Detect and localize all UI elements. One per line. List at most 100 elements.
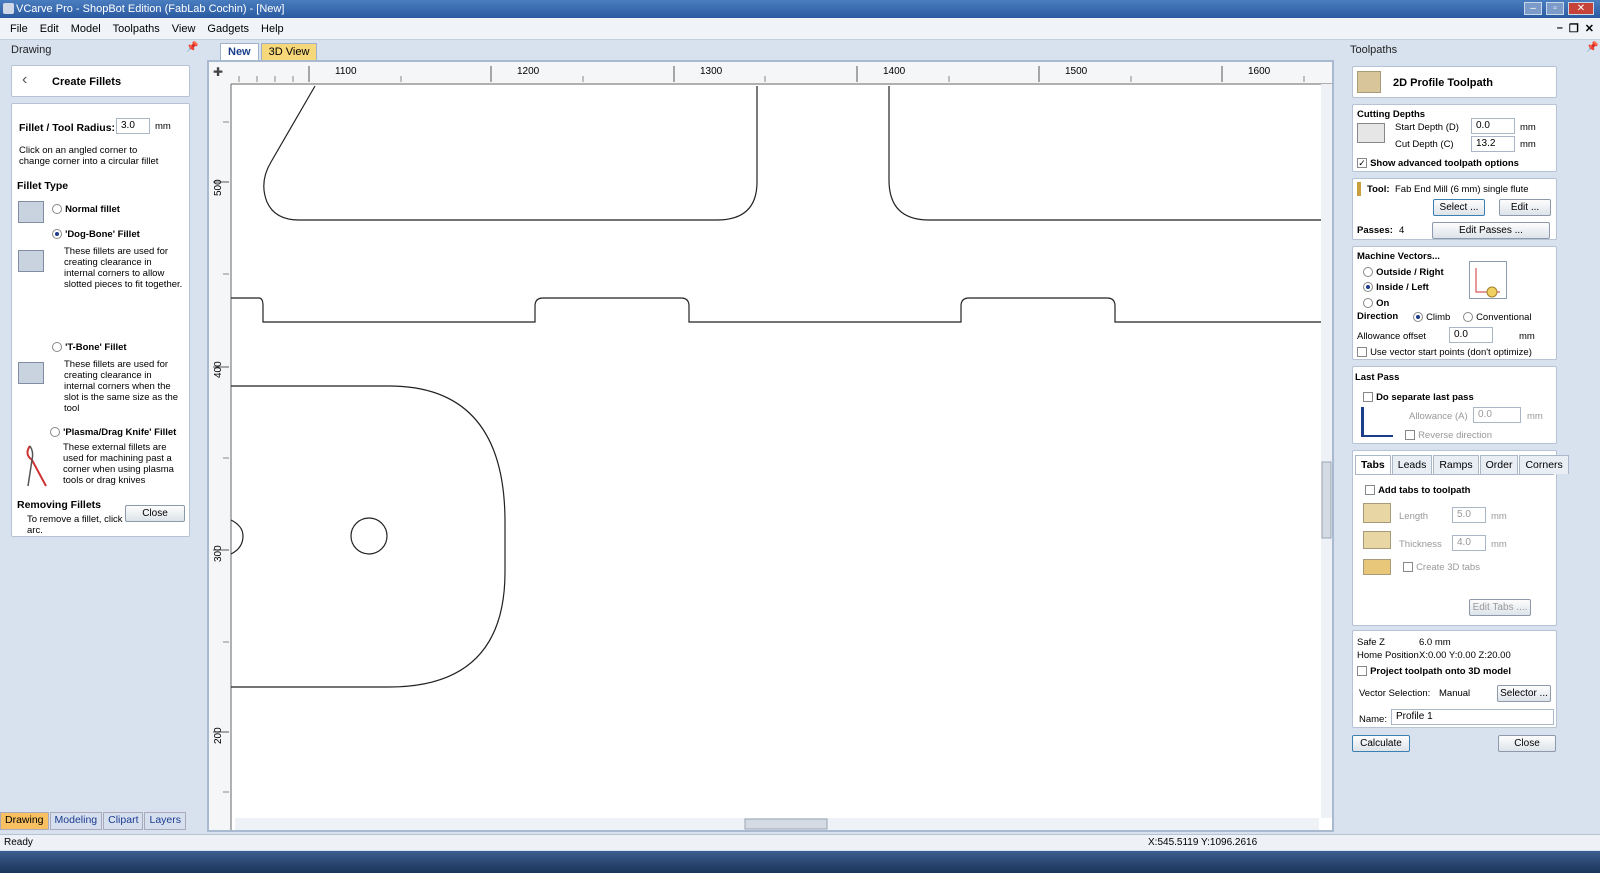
tab-drawing[interactable]: Drawing bbox=[0, 812, 49, 830]
maximize-icon[interactable]: ▫ bbox=[1546, 2, 1564, 15]
allowance-label: Allowance offset bbox=[1357, 331, 1427, 342]
allowance-input[interactable]: 0.0 bbox=[1449, 327, 1493, 343]
tab-tabs[interactable]: Tabs bbox=[1355, 455, 1391, 474]
selector-button[interactable]: Selector ... bbox=[1497, 685, 1551, 702]
reverse-option[interactable]: Reverse direction bbox=[1405, 429, 1492, 441]
doc-restore-icon[interactable]: ❐ bbox=[1569, 22, 1579, 35]
minimize-icon[interactable]: – bbox=[1524, 2, 1542, 15]
use-start-option[interactable]: Use vector start points (don't optimize) bbox=[1357, 346, 1532, 358]
advanced-checkbox[interactable]: ✓ bbox=[1357, 158, 1367, 169]
calculate-button[interactable]: Calculate bbox=[1352, 735, 1410, 752]
fillet-type-heading: Fillet Type bbox=[17, 180, 69, 192]
menu-toolpaths[interactable]: Toolpaths bbox=[107, 23, 166, 35]
doc-minimize-icon[interactable]: – bbox=[1557, 22, 1563, 35]
menu-edit[interactable]: Edit bbox=[34, 23, 65, 35]
plasma-radio[interactable] bbox=[50, 427, 60, 438]
use-start-checkbox[interactable] bbox=[1357, 347, 1367, 358]
edit-tabs-button[interactable]: Edit Tabs .... bbox=[1469, 599, 1531, 616]
option-normal[interactable]: Normal fillet bbox=[52, 203, 120, 215]
separate-last-checkbox[interactable] bbox=[1363, 392, 1373, 403]
ruler-h-1200: 1200 bbox=[517, 66, 540, 77]
tab-new[interactable]: New bbox=[220, 43, 259, 60]
advanced-option[interactable]: ✓ Show advanced toolpath options bbox=[1357, 157, 1519, 169]
dogbone-radio[interactable] bbox=[52, 229, 62, 240]
tab-ramps[interactable]: Ramps bbox=[1433, 455, 1479, 474]
menu-view[interactable]: View bbox=[166, 23, 202, 35]
mv-on-radio[interactable] bbox=[1363, 298, 1373, 309]
mv-outside-radio[interactable] bbox=[1363, 267, 1373, 278]
doc-close-icon[interactable]: ✕ bbox=[1585, 22, 1594, 35]
conventional-label: Conventional bbox=[1476, 312, 1532, 323]
length-unit: mm bbox=[1491, 511, 1507, 522]
vecsel-value: Manual bbox=[1439, 688, 1471, 699]
add-tabs-option[interactable]: Add tabs to toolpath bbox=[1365, 484, 1470, 496]
create3d-option[interactable]: Create 3D tabs bbox=[1403, 561, 1480, 573]
cut-depth-input[interactable]: 13.2 bbox=[1471, 136, 1515, 152]
thickness-input[interactable]: 4.0 bbox=[1452, 535, 1486, 551]
menu-file[interactable]: File bbox=[4, 23, 34, 35]
pin-icon[interactable]: 📌 bbox=[186, 42, 198, 53]
ruler-h-1300: 1300 bbox=[700, 66, 723, 77]
mv-on-option[interactable]: On bbox=[1363, 297, 1389, 309]
drawing-panel: Drawing 📌 ‹ Create Fillets Fillet / Tool… bbox=[0, 40, 202, 832]
option-plasma[interactable]: 'Plasma/Drag Knife' Fillet bbox=[50, 426, 176, 438]
mv-inside-radio[interactable] bbox=[1363, 282, 1373, 293]
profile-header: 2D Profile Toolpath bbox=[1352, 66, 1557, 98]
select-tool-button[interactable]: Select ... bbox=[1433, 199, 1485, 216]
reverse-label: Reverse direction bbox=[1418, 430, 1492, 441]
separate-last-option[interactable]: Do separate last pass bbox=[1363, 391, 1474, 403]
mv-inside-option[interactable]: Inside / Left bbox=[1363, 281, 1429, 293]
drawing-canvas[interactable]: 1100 1200 1300 1400 1500 1600 500 400 30… bbox=[207, 60, 1334, 832]
close-icon[interactable]: ✕ bbox=[1568, 2, 1594, 15]
project-checkbox[interactable] bbox=[1357, 666, 1367, 677]
conventional-radio[interactable] bbox=[1463, 312, 1473, 323]
tab-order[interactable]: Order bbox=[1479, 455, 1519, 474]
menu-help[interactable]: Help bbox=[255, 23, 290, 35]
start-depth-unit: mm bbox=[1520, 122, 1536, 133]
panel-title: Toolpaths bbox=[1350, 44, 1398, 56]
machine-vector-preview-icon bbox=[1469, 261, 1507, 299]
mv-inside-label: Inside / Left bbox=[1376, 282, 1429, 293]
lp-allowance-input[interactable]: 0.0 bbox=[1473, 407, 1521, 423]
tab-modeling[interactable]: Modeling bbox=[49, 812, 103, 830]
tab-layers[interactable]: Layers bbox=[144, 812, 186, 830]
create3d-checkbox[interactable] bbox=[1403, 562, 1413, 573]
close-button[interactable]: Close bbox=[125, 505, 185, 522]
project-option[interactable]: Project toolpath onto 3D model bbox=[1357, 665, 1511, 677]
close-toolpath-button[interactable]: Close bbox=[1498, 735, 1556, 752]
tab-leads[interactable]: Leads bbox=[1391, 455, 1433, 474]
add-tabs-checkbox[interactable] bbox=[1365, 485, 1375, 496]
ruler-v-400: 400 bbox=[213, 361, 224, 378]
back-arrow-icon[interactable]: ‹ bbox=[22, 71, 27, 89]
option-dogbone[interactable]: 'Dog-Bone' Fillet bbox=[52, 228, 140, 240]
pin-icon[interactable]: 📌 bbox=[1586, 42, 1598, 53]
edit-passes-button[interactable]: Edit Passes ... bbox=[1432, 222, 1550, 239]
name-input[interactable]: Profile 1 bbox=[1391, 709, 1554, 725]
plasma-knife-icon bbox=[26, 445, 47, 487]
plasma-desc: These external fillets are used for mach… bbox=[63, 442, 174, 486]
normal-radio[interactable] bbox=[52, 204, 62, 215]
use-start-label: Use vector start points (don't optimize) bbox=[1370, 347, 1532, 358]
direction-label: Direction bbox=[1357, 311, 1399, 322]
menu-gadgets[interactable]: Gadgets bbox=[201, 23, 255, 35]
tab-corners[interactable]: Corners bbox=[1519, 455, 1569, 474]
mv-outside-option[interactable]: Outside / Right bbox=[1363, 266, 1444, 278]
radius-input[interactable]: 3.0 bbox=[116, 118, 150, 134]
reverse-checkbox[interactable] bbox=[1405, 430, 1415, 441]
option-tbone[interactable]: 'T-Bone' Fillet bbox=[52, 341, 127, 353]
cutting-depths-label: Cutting Depths bbox=[1357, 109, 1426, 120]
tbone-radio[interactable] bbox=[52, 342, 62, 353]
cutting-depths-section: Cutting Depths Start Depth (D) 0.0 mm Cu… bbox=[1352, 104, 1557, 172]
edit-tool-button[interactable]: Edit ... bbox=[1499, 199, 1551, 216]
climb-radio[interactable] bbox=[1413, 312, 1423, 323]
header-title: Create Fillets bbox=[52, 76, 122, 88]
start-depth-input[interactable]: 0.0 bbox=[1471, 118, 1515, 134]
menu-model[interactable]: Model bbox=[65, 23, 107, 35]
tab-clipart[interactable]: Clipart bbox=[103, 812, 144, 830]
canvas-svg[interactable]: 1100 1200 1300 1400 1500 1600 500 400 30… bbox=[209, 62, 1332, 830]
tab-3d-view[interactable]: 3D View bbox=[260, 43, 318, 60]
climb-option[interactable]: Climb bbox=[1413, 311, 1450, 323]
conventional-option[interactable]: Conventional bbox=[1463, 311, 1532, 323]
length-input[interactable]: 5.0 bbox=[1452, 507, 1486, 523]
tool-label: Tool: bbox=[1367, 184, 1390, 195]
